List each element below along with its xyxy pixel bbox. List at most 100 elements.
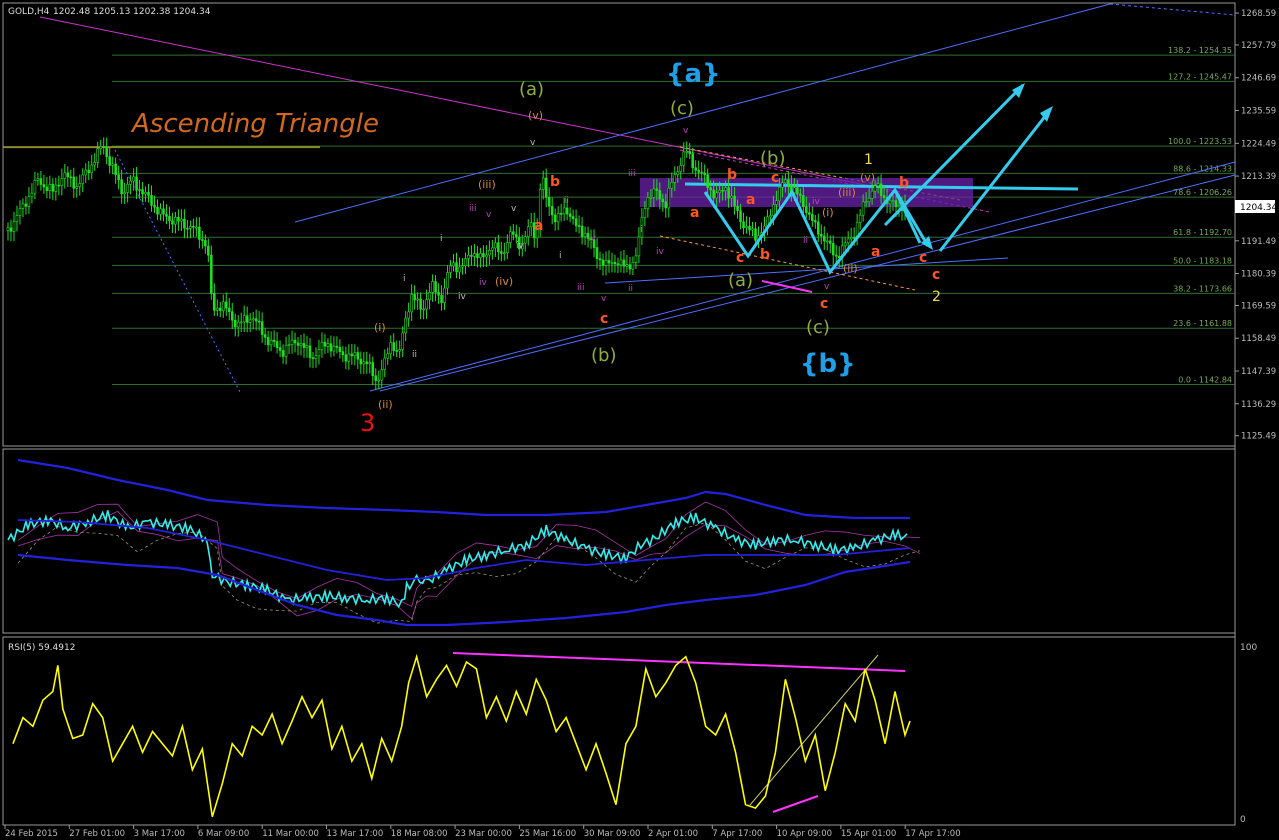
candle-body [688,151,692,155]
candle-body [210,254,213,294]
fib-label: 88.6 - 1214.33 [1173,164,1232,173]
wave-label-iii-paren: (iii) [478,178,496,191]
wave-label-i-paren: (i) [374,321,386,334]
candle-body [655,188,659,191]
candle-body [864,201,868,203]
candle-body [39,178,43,185]
candle-body [416,298,419,301]
candle-body [718,190,721,193]
wave-label-iv-mag: iv [479,278,488,288]
candle-body [326,343,330,347]
candle-body [894,200,898,208]
candle-body [742,221,745,229]
time-tick-label: 24 Feb 2015 [5,829,58,839]
candle-body [682,151,686,166]
candle-body [619,259,623,266]
candle-body [529,222,533,228]
candle-body [796,187,799,195]
candle-body [251,318,255,321]
candle-body [254,318,258,322]
candle-body [60,178,64,186]
symbol-label: GOLD,H4 [8,7,50,17]
candle-body [622,259,626,267]
wave-label-a-red-3: a [746,192,755,208]
wave-label-i-wht-3: i [640,225,643,235]
candle-body [876,183,880,187]
candle-body [213,293,216,311]
candle-body [84,169,88,176]
candle-body [365,361,369,365]
candle-body [730,195,733,199]
wave-label-i-wht: i [440,234,443,244]
candle-body [712,189,715,199]
candle-body [634,255,638,263]
candle-body [239,321,243,324]
candle-body [129,180,132,185]
candle-body [891,200,895,202]
candle-body [464,258,467,266]
candle-body [685,151,689,153]
candle-body [302,343,306,349]
wave-label-ii-mag: ii [564,196,569,206]
candle-body [305,345,309,349]
candle-body [9,227,13,232]
fib-label: 100.0 - 1223.53 [1168,137,1232,146]
candle-body [395,350,399,352]
candle-body [221,301,225,311]
candle-body [616,263,620,266]
candle-body [236,321,240,328]
candle-body [293,339,297,344]
candle-body [813,220,817,223]
price-tick-label: 1158.49 [1241,334,1276,344]
candle-body [42,184,46,188]
candle-body [613,261,617,265]
candle-body [120,179,123,195]
candle-body [66,172,70,178]
candle-body [598,258,602,261]
candle-body [867,198,871,202]
wave-label-iii-mag-3: iii [628,169,636,179]
candle-body [544,177,548,198]
candle-body [559,213,563,215]
candle-body [266,337,270,346]
candle-body [392,342,396,351]
candle-body [138,189,141,191]
wave-label-b-paren-2: (b) [760,148,785,169]
candle-body [437,291,440,296]
candle-body [386,353,390,359]
candle-body [691,153,695,169]
candle-body [12,221,16,232]
candle-body [834,254,838,257]
candle-body [873,185,877,192]
candle-body [165,213,168,217]
candle-body [631,262,635,270]
candle-body [473,253,476,257]
candle-body [192,226,195,228]
candle-body [676,171,680,175]
wave-label-b-red-2: b [727,167,737,183]
candle-body [344,354,348,362]
wave-label-a-paren: (a) [519,79,544,100]
candle-body [93,162,97,166]
candle-body [882,195,886,198]
wave-label-v-mag-3: v [683,126,689,136]
candle-body [371,362,375,377]
candle-body [577,225,581,227]
candle-body [33,180,37,194]
time-tick-label: 25 Mar 16:00 [519,829,576,839]
candle-body [15,215,19,223]
wave-label-v-wht-2: v [511,204,517,214]
candle-body [547,197,551,207]
candle-body [595,247,599,260]
candle-body [323,341,327,347]
candle-body [189,226,192,229]
candle-body [171,220,174,225]
candle-body [816,221,820,235]
candle-body [207,245,210,256]
wave-label-v-mag: v [486,210,492,220]
candle-body [78,183,82,187]
candle-body [257,320,261,323]
time-tick-label: 23 Mar 00:00 [455,829,512,839]
candle-body [198,226,201,240]
candle-body [805,206,808,213]
